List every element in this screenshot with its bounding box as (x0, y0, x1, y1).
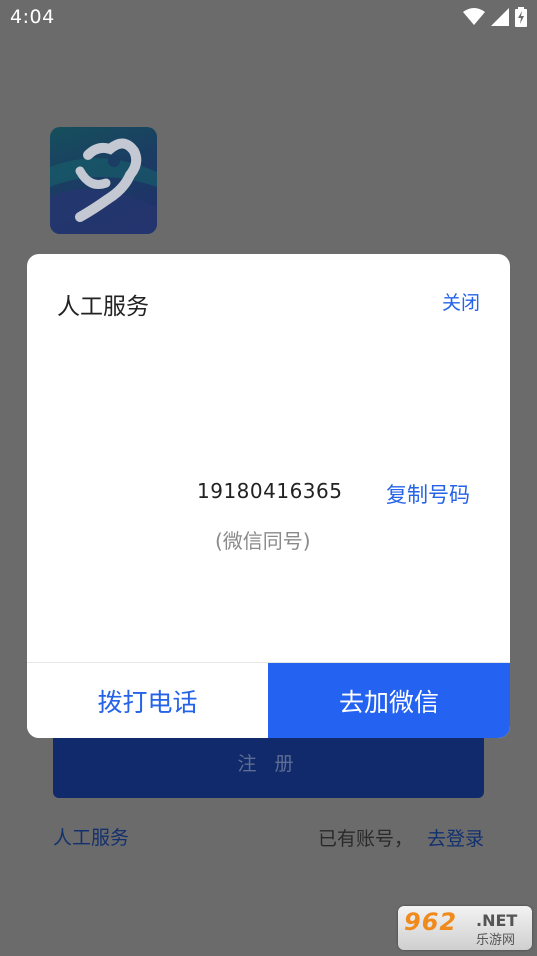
dialog-footer: 拨打电话 去加微信 (27, 662, 510, 738)
app-logo (50, 127, 157, 234)
dialog-title: 人工服务 (57, 294, 149, 320)
status-time: 4:04 (10, 6, 55, 28)
wechat-note: (微信同号) (215, 529, 311, 553)
watermark-logo: 962 .NET 乐游网 (398, 906, 532, 950)
login-link[interactable]: 去登录 (427, 824, 484, 851)
status-bar: 4:04 (0, 0, 537, 36)
watermark-net: .NET (476, 911, 518, 930)
manual-service-link[interactable]: 人工服务 (53, 823, 129, 850)
cellular-signal-icon (491, 8, 509, 26)
manual-service-dialog: 人工服务 关闭 19180416365 复制号码 (微信同号) 拨打电话 去加微… (27, 254, 510, 738)
watermark-sub: 乐游网 (476, 933, 516, 948)
battery-charging-icon (515, 7, 527, 27)
login-row: 已有账号， 去登录 (318, 824, 484, 851)
copy-number-button[interactable]: 复制号码 (386, 479, 470, 509)
watermark-main: 962 (404, 908, 458, 936)
add-wechat-button[interactable]: 去加微信 (268, 663, 510, 738)
call-phone-button[interactable]: 拨打电话 (27, 663, 268, 738)
close-button[interactable]: 关闭 (442, 288, 480, 315)
phone-number: 19180416365 (197, 479, 343, 503)
register-button[interactable]: 注 册 (53, 728, 484, 798)
wifi-icon (463, 8, 485, 26)
status-icons (463, 7, 527, 27)
login-prompt: 已有账号， (317, 828, 413, 850)
